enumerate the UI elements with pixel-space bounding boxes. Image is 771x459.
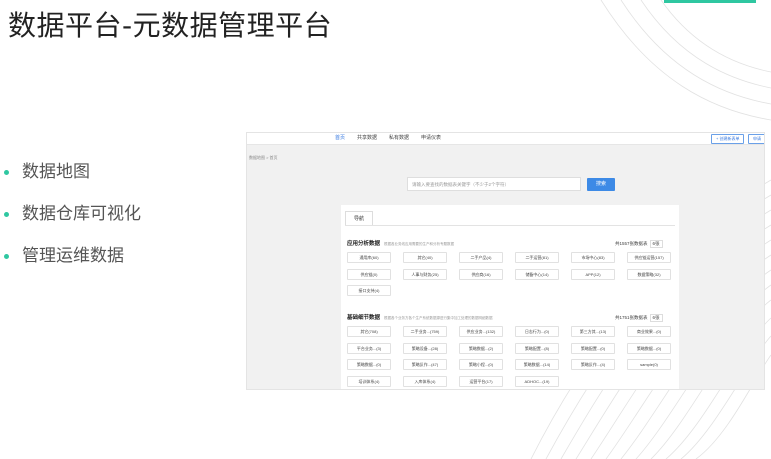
tab-navigation[interactable]: 导航 [345, 211, 373, 226]
category-chip[interactable]: 人事与财务(25) [403, 268, 447, 280]
category-chip[interactable]: 储备中心(14) [515, 268, 559, 280]
navigation-panel: 导航 应用分析数据 根据各业务线应用需要的生产和分析专题数据 共1557张数据表 6张… [341, 205, 679, 389]
nav-tab[interactable]: 首页 [335, 134, 345, 142]
nav-tab[interactable]: 申请仪表 [421, 134, 441, 142]
category-chip[interactable]: 日志行为...(0) [515, 326, 559, 337]
category-chip[interactable]: 策略数据...(2) [459, 342, 503, 354]
category-chip[interactable]: 数据策略(32) [627, 268, 671, 280]
category-chip[interactable]: 供应业务...(132) [459, 326, 503, 337]
app-top-nav: 首页 共享数据 私有数据 申请仪表 + 创建新表单 申请 [247, 133, 764, 145]
section-filter-select[interactable]: 6张 [649, 314, 663, 322]
section-filter-select[interactable]: 6张 [649, 240, 663, 248]
bullet-list: 数据地图 数据仓库可视化 管理运维数据 [4, 158, 141, 284]
category-chip[interactable]: 第三方其...(13) [571, 326, 615, 337]
category-chip[interactable]: 策略数据...(14) [515, 359, 559, 370]
category-chip[interactable]: 策略数据...(0) [627, 342, 671, 354]
slide-title: 数据平台-元数据管理平台 [8, 9, 333, 42]
bullet-item: 管理运维数据 [4, 242, 141, 284]
apply-button[interactable]: 申请 [748, 134, 764, 144]
category-chip[interactable]: 策略小程...(0) [459, 359, 503, 370]
category-chip[interactable]: 策略配置...(0) [571, 342, 615, 354]
category-chip[interactable]: 运营平台(17) [459, 375, 503, 387]
category-chip[interactable]: 培训体系(4) [347, 375, 391, 387]
category-chip[interactable]: 二手运营(81) [515, 252, 559, 263]
embedded-app-screenshot: 首页 共享数据 私有数据 申请仪表 + 创建新表单 申请 数据地图 > 首页 请输入要… [246, 132, 765, 390]
category-chip[interactable]: 平台业务...(3) [347, 342, 391, 354]
category-chip[interactable]: 市场中心(83) [571, 252, 615, 263]
category-chip[interactable]: ADHOC...(19) [515, 375, 559, 387]
search-button[interactable]: 搜索 [587, 178, 615, 191]
category-chip[interactable]: 供应链运营(157) [627, 252, 671, 263]
section-title: 基础细节数据 根据各个业务方各个生产系统数据源进行集中加工处理的数据明细数据 [347, 315, 493, 321]
breadcrumb: 数据地图 > 首页 [249, 155, 278, 160]
section-title: 应用分析数据 根据各业务线应用需要的生产和分析专题数据 [347, 241, 455, 247]
create-form-button[interactable]: + 创建新表单 [711, 134, 745, 144]
section-subtitle: 根据各业务线应用需要的生产和分析专题数据 [384, 242, 455, 246]
category-chip[interactable]: 通用库(60) [347, 252, 391, 263]
nav-tabs: 首页 共享数据 私有数据 申请仪表 [335, 134, 441, 142]
tab-divider [345, 225, 675, 226]
nav-tab[interactable]: 共享数据 [357, 134, 377, 142]
category-chip[interactable]: 二手产品(4) [459, 252, 503, 263]
section-subtitle: 根据各个业务方各个生产系统数据源进行集中加工处理的数据明细数据 [384, 316, 493, 320]
section-total: 共1557张数据表 6张 [615, 240, 663, 248]
category-chip[interactable]: 策略数据...(0) [347, 359, 391, 370]
top-accent-bar [664, 0, 756, 3]
table-search-input[interactable]: 请输入要查找的数据表关键字（不少于2个字符） [407, 177, 581, 191]
category-chip[interactable]: 商业效果...(0) [627, 326, 671, 337]
nav-tab[interactable]: 私有数据 [389, 134, 409, 142]
category-chip[interactable]: 接口支持(4) [347, 285, 391, 296]
category-chip[interactable]: 其它(40) [403, 252, 447, 263]
section-total: 共1751张数据表 6张 [615, 314, 663, 322]
category-chip[interactable]: 二手业务...(759) [403, 326, 447, 337]
category-chip[interactable]: 其它(708) [347, 326, 391, 337]
category-chip[interactable]: sample(0) [627, 359, 671, 370]
category-chip[interactable]: 策略配置...(8) [515, 342, 559, 354]
category-chip[interactable]: 策略反作...(4) [571, 359, 615, 370]
category-chip[interactable]: APP(12) [571, 268, 615, 280]
bullet-item: 数据地图 [4, 158, 141, 200]
category-chip[interactable]: 策略反作...(47) [403, 359, 447, 370]
category-chip[interactable]: 入库体系(4) [403, 375, 447, 387]
category-chip[interactable]: 策略设备...(28) [403, 342, 447, 354]
category-chip[interactable]: 供应链(0) [347, 268, 391, 280]
bullet-item: 数据仓库可视化 [4, 200, 141, 242]
category-chip[interactable]: 供应商(16) [459, 268, 503, 280]
